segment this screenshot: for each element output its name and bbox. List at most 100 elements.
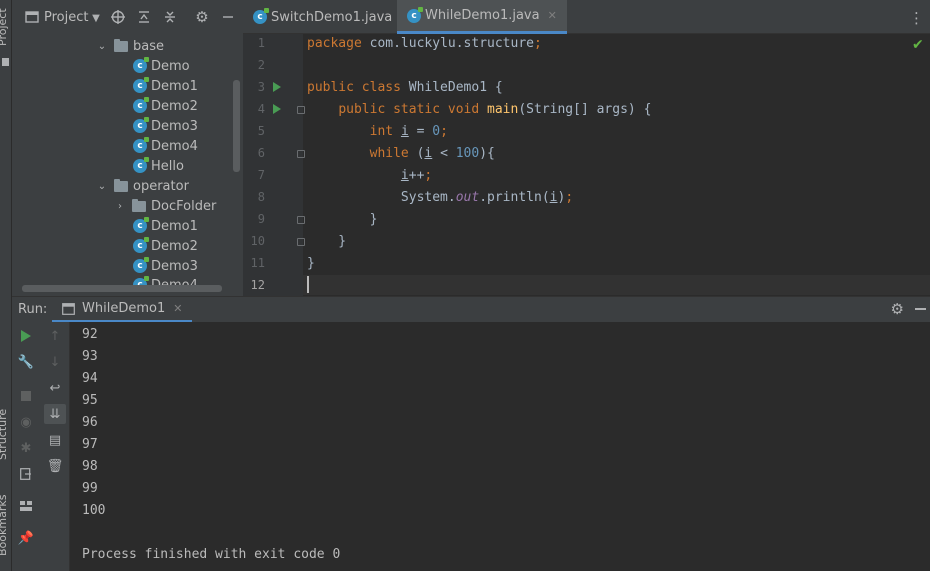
tree-item-label: Demo2 — [151, 98, 198, 114]
code-token: 100 — [455, 146, 480, 161]
tree-item-label: operator — [133, 178, 189, 194]
code-line: } — [307, 212, 378, 227]
bookmarks-tool-label[interactable]: Bookmarks — [0, 495, 9, 556]
minimize-icon[interactable] — [915, 308, 926, 310]
tree-class-item[interactable]: c Demo2 — [133, 96, 198, 116]
code-token: public class — [307, 80, 401, 95]
code-editor[interactable] — [243, 34, 930, 296]
tree-class-item[interactable]: c Demo1 — [133, 76, 198, 96]
java-class-icon: c — [407, 6, 423, 23]
console-line: 97 — [82, 437, 98, 452]
line-number: 12 — [250, 278, 265, 292]
tree-item-label: Demo2 — [151, 238, 198, 254]
code-token: = — [408, 124, 433, 139]
close-icon[interactable]: ✕ — [548, 9, 557, 22]
tree-class-item[interactable]: c Demo2 — [133, 236, 198, 256]
code-token: main — [487, 102, 519, 117]
console-line: 98 — [82, 459, 98, 474]
line-number: 4 — [257, 102, 265, 116]
project-view-icon[interactable] — [24, 9, 40, 25]
run-panel-header: Run: WhileDemo1 ✕ ⚙ — [12, 296, 930, 323]
line-number: 6 — [257, 146, 265, 160]
tree-class-item[interactable]: c Demo1 — [133, 216, 198, 236]
java-class-icon: c — [133, 217, 149, 233]
line-number: 3 — [257, 80, 265, 94]
wrench-icon[interactable]: 🔧 — [18, 354, 34, 370]
more-options-icon[interactable]: ⋮ — [909, 9, 924, 27]
console-line: 94 — [82, 371, 98, 386]
tree-class-item[interactable]: c Demo3 — [133, 256, 198, 276]
run-gutter-icon[interactable] — [273, 82, 281, 92]
structure-tool-label[interactable]: Structure — [0, 409, 9, 460]
tree-item-label: Demo — [151, 58, 190, 74]
arrow-up-icon[interactable]: ↑ — [47, 328, 63, 344]
chevron-right-icon[interactable]: › — [114, 201, 126, 212]
project-horizontal-scrollbar[interactable] — [22, 285, 222, 292]
console-line: 95 — [82, 393, 98, 408]
chevron-down-icon[interactable]: ▼ — [88, 10, 104, 26]
code-token: (String[] args) { — [518, 102, 652, 117]
folder-icon — [132, 198, 146, 212]
project-title[interactable]: Project — [44, 10, 88, 25]
code-token: ; — [533, 36, 542, 51]
console-line: 92 — [82, 327, 98, 342]
text-caret — [307, 276, 309, 293]
console-output[interactable] — [70, 322, 930, 571]
rerun-icon[interactable] — [18, 328, 34, 344]
tab-switchdemo1[interactable]: c SwitchDemo1.java ✕ — [243, 0, 419, 34]
layout-icon[interactable] — [18, 498, 34, 514]
soft-wrap-icon[interactable]: ↩ — [47, 380, 63, 396]
trash-icon[interactable]: 🗑 — [47, 458, 64, 474]
tab-whiledemo1[interactable]: c WhileDemo1.java ✕ — [397, 0, 567, 34]
code-token: < — [432, 146, 456, 161]
java-class-icon: c — [133, 257, 149, 273]
code-line: i++; — [307, 168, 432, 183]
pin-icon[interactable]: 📌 — [18, 530, 34, 546]
tree-class-item[interactable]: c Demo4 — [133, 136, 198, 156]
stop-icon[interactable] — [18, 388, 34, 404]
fold-marker-icon[interactable] — [297, 238, 305, 246]
code-line: package com.luckylu.structure; — [307, 36, 542, 51]
expand-all-icon[interactable] — [136, 9, 152, 25]
debug-icon[interactable]: ✱ — [18, 440, 34, 456]
tree-folder-docfolder[interactable]: › DocFolder — [114, 196, 216, 216]
arrow-down-icon[interactable]: ↓ — [47, 354, 63, 370]
chevron-down-icon[interactable]: ⌄ — [96, 181, 108, 192]
exit-icon[interactable] — [18, 466, 34, 482]
tree-class-item[interactable]: c Demo3 — [133, 116, 198, 136]
print-icon[interactable]: ▤ — [47, 432, 63, 448]
code-token: .println( — [479, 190, 550, 205]
camera-icon[interactable]: ◉ — [18, 414, 34, 430]
tree-class-item[interactable]: c Hello — [133, 156, 184, 176]
project-toolbar: Project ▼ ⚙ — [12, 0, 243, 34]
scroll-to-end-icon[interactable]: ⇊ — [44, 404, 66, 424]
code-token: ++ — [408, 168, 425, 183]
minimize-icon[interactable] — [220, 9, 236, 25]
collapse-all-icon[interactable] — [162, 9, 178, 25]
folder-icon — [114, 178, 128, 192]
fold-marker-icon[interactable] — [297, 106, 305, 114]
project-tool-label[interactable]: Project — [0, 8, 9, 46]
fold-marker-icon[interactable] — [297, 150, 305, 158]
run-tab-whiledemo1[interactable]: WhileDemo1 ✕ — [52, 297, 193, 323]
tree-item-label: Demo1 — [151, 218, 198, 234]
locate-icon[interactable] — [110, 9, 126, 25]
check-icon[interactable]: ✔ — [912, 37, 924, 53]
tree-class-item[interactable]: c Demo — [133, 56, 190, 76]
project-vertical-scrollbar[interactable] — [233, 80, 240, 172]
code-token: int — [369, 124, 394, 139]
gear-icon[interactable]: ⚙ — [891, 300, 904, 318]
gear-icon[interactable]: ⚙ — [194, 8, 210, 26]
code-line: while (i < 100){ — [307, 146, 495, 161]
close-icon[interactable]: ✕ — [173, 302, 182, 315]
chevron-down-icon[interactable]: ⌄ — [96, 41, 108, 52]
tree-folder-base[interactable]: ⌄ base — [96, 36, 164, 56]
tree-item-label: base — [133, 38, 164, 54]
run-gutter-icon[interactable] — [273, 104, 281, 114]
tree-folder-operator[interactable]: ⌄ operator — [96, 176, 189, 196]
console-line: 96 — [82, 415, 98, 430]
fold-marker-icon[interactable] — [297, 216, 305, 224]
